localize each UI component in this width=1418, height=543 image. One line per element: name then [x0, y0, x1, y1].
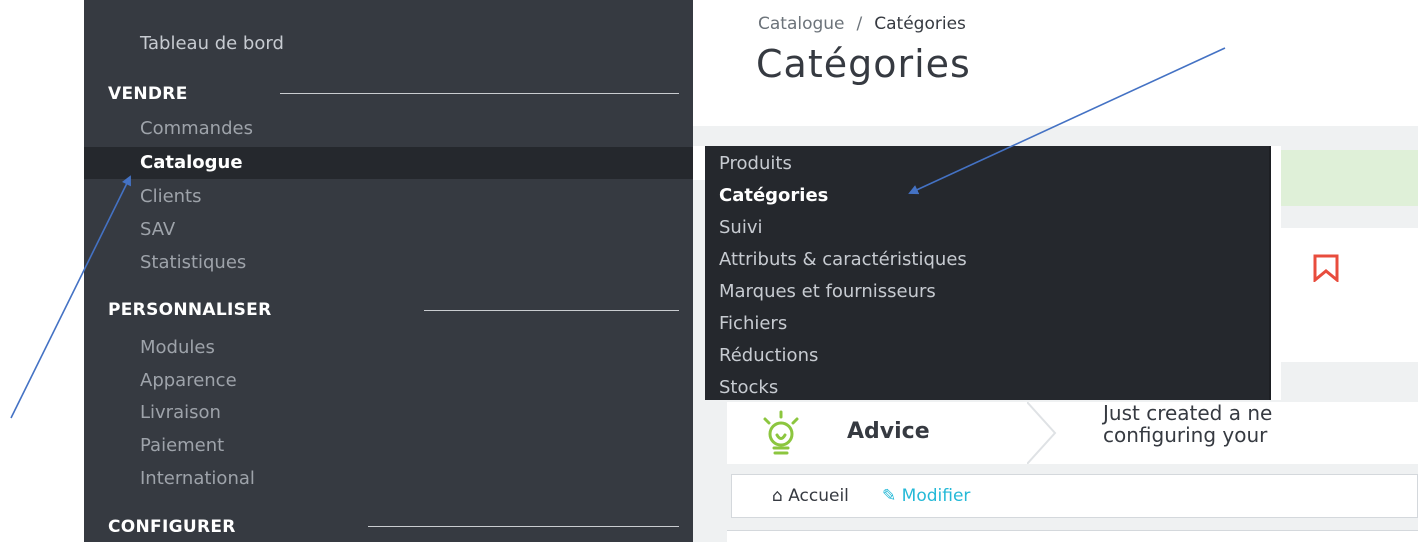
category-toolbar: ⌂ Accueil ✎ Modifier [731, 474, 1418, 518]
advice-text-line1: Just created a ne [1103, 401, 1273, 425]
edit-link[interactable]: ✎ Modifier [882, 486, 970, 506]
breadcrumb-catalogue[interactable]: Catalogue [758, 14, 845, 34]
submenu-item-stocks[interactable]: Stocks [719, 376, 778, 400]
breadcrumb: Catalogue / Catégories [758, 14, 966, 34]
submenu-item-reductions[interactable]: Réductions [719, 344, 818, 368]
catalogue-submenu: Produits Catégories Suivi Attributs & ca… [705, 146, 1269, 400]
sidebar-item-sav[interactable]: SAV [140, 218, 175, 242]
submenu-item-marques[interactable]: Marques et fournisseurs [719, 280, 936, 304]
home-link[interactable]: ⌂ Accueil [772, 486, 849, 506]
section-divider [368, 526, 679, 527]
sidebar-item-livraison[interactable]: Livraison [140, 401, 221, 425]
section-personnaliser: PERSONNALISER [108, 300, 272, 320]
advice-divider [1027, 402, 1057, 464]
sidebar-item-clients[interactable]: Clients [140, 185, 202, 209]
sidebar-item-statistiques[interactable]: Statistiques [140, 251, 246, 275]
submenu-item-produits[interactable]: Produits [719, 152, 792, 176]
submenu-item-attributs[interactable]: Attributs & caractéristiques [719, 248, 967, 272]
advice-label: Advice [847, 419, 930, 444]
sidebar-item-international[interactable]: International [140, 467, 255, 491]
section-divider [424, 310, 679, 311]
sidebar-item-catalogue-label: Catalogue [140, 152, 243, 173]
success-alert [1281, 150, 1418, 206]
submenu-item-categories[interactable]: Catégories [719, 184, 828, 208]
submenu-item-fichiers[interactable]: Fichiers [719, 312, 787, 336]
edit-label: Modifier [901, 486, 971, 506]
pencil-icon: ✎ [882, 486, 897, 506]
advice-text: Just created a ne configuring your [1103, 402, 1272, 446]
advice-banner: Advice Just created a ne configuring you… [727, 402, 1418, 464]
sidebar-item-paiement[interactable]: Paiement [140, 434, 224, 458]
submenu-item-suivi[interactable]: Suivi [719, 216, 763, 240]
submenu-scrollbar[interactable] [1269, 146, 1281, 400]
breadcrumb-separator: / [856, 14, 863, 34]
home-label: Accueil [788, 486, 849, 506]
page-title: Catégories [756, 42, 971, 86]
sidebar-item-dashboard[interactable]: Tableau de bord [140, 32, 284, 56]
bookmark-icon[interactable] [1312, 254, 1340, 282]
sidebar: Tableau de bord VENDRE Commandes Catalog… [84, 0, 693, 542]
section-vendre: VENDRE [108, 84, 188, 104]
section-configurer: CONFIGURER [108, 517, 236, 537]
lightbulb-icon [763, 410, 799, 455]
breadcrumb-current: Catégories [874, 14, 966, 34]
bottom-card [727, 530, 1418, 543]
sidebar-item-modules[interactable]: Modules [140, 336, 215, 360]
home-icon: ⌂ [772, 486, 783, 506]
sidebar-item-commandes[interactable]: Commandes [140, 117, 253, 141]
section-divider [280, 93, 679, 94]
sidebar-item-apparence[interactable]: Apparence [140, 369, 237, 393]
advice-text-line2: configuring your [1103, 423, 1268, 447]
submenu-connector [693, 146, 705, 180]
category-panel [1281, 228, 1418, 362]
